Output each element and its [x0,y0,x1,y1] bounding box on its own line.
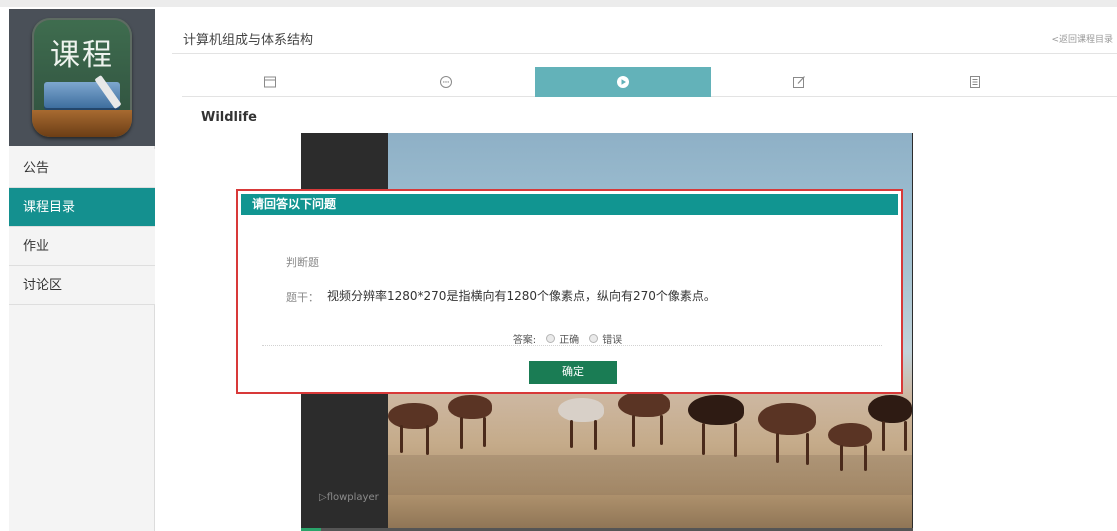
tab-video[interactable] [535,67,711,97]
horse-leg [660,415,663,445]
course-logo: 课程 [9,9,155,146]
option-true-label: 正确 [559,335,580,346]
tab-document[interactable] [887,67,1063,97]
horse-shape [448,395,492,419]
answer-label: 答案: [512,335,537,346]
question-text: 视频分辨率1280*270是指横向有1280个像素点，纵向有270个像素点。 [327,289,716,303]
top-strip [0,0,1117,7]
horse-leg [426,425,429,455]
option-false-label: 错误 [602,335,623,346]
tab-chat[interactable] [358,67,534,97]
horse-shape [868,395,912,423]
horse-leg [806,433,809,465]
horse-shape [758,403,816,435]
horse-leg [702,423,705,455]
play-icon [617,76,629,88]
flowplayer-brand: flowplayer [326,492,379,503]
calendar-icon [264,76,276,88]
answer-options: 答案: 正确 错误 [241,331,898,346]
title-divider [172,53,1117,54]
video-title: Wildlife [201,110,257,125]
horse-shape [388,403,438,429]
back-to-catalog-link[interactable]: <返回课程目录 [1051,32,1113,45]
horse-shape [558,398,604,422]
confirm-button[interactable]: 确定 [529,361,617,384]
edit-icon [793,76,805,88]
tab-edit[interactable] [711,67,887,97]
course-title: 计算机组成与体系结构 [183,33,314,48]
horse-leg [460,417,463,449]
content-tabs [182,67,1117,97]
document-icon [970,76,980,88]
horse-shape [618,391,670,417]
sidebar-item-announcement[interactable]: 公告 [9,149,155,188]
question-modal: 请回答以下问题 判断题 题干： 视频分辨率1280*270是指横向有1280个像… [236,189,903,394]
sidebar-nav: 公告 课程目录 作业 讨论区 [9,149,155,305]
question-stem-label: 题干： [286,291,319,304]
tab-calendar[interactable] [182,67,358,97]
course-app-icon: 课程 [32,18,132,137]
horse-leg [864,445,867,471]
horse-leg [882,421,885,451]
horse-leg [400,425,403,453]
logo-text: 课程 [50,38,114,73]
shelf-icon [32,110,132,137]
modal-title: 请回答以下问题 [241,194,898,215]
radio-true[interactable] [546,334,556,343]
horse-leg [632,415,635,447]
sidebar-item-homework[interactable]: 作业 [9,227,155,266]
horse-leg [594,420,597,450]
water-reflection [388,455,912,495]
radio-false[interactable] [589,334,599,343]
sidebar-item-course-catalog[interactable]: 课程目录 [9,188,155,227]
horse-shape [688,395,744,425]
horse-shape [828,423,872,447]
flowplayer-logo: ▷flowplayer [319,492,379,503]
sidebar-item-discussion[interactable]: 讨论区 [9,266,155,305]
sidebar: 课程 公告 课程目录 作业 讨论区 [9,9,155,531]
question-type: 判断题 [286,256,319,269]
horse-leg [734,423,737,457]
chat-bubble-icon [440,76,452,88]
horse-leg [840,445,843,471]
horse-leg [483,417,486,447]
horse-leg [904,421,907,451]
modal-body: 请回答以下问题 判断题 题干： 视频分辨率1280*270是指横向有1280个像… [241,194,898,389]
horse-leg [570,420,573,448]
horse-leg [776,433,779,463]
modal-divider [262,345,882,346]
